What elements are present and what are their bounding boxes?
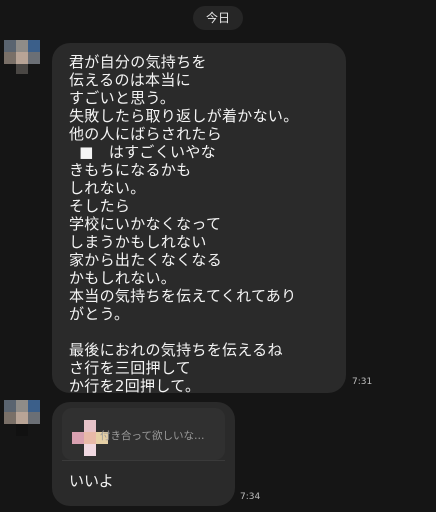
message-line: きもちになるかも bbox=[69, 161, 192, 179]
message-line: 伝えるのは本当に bbox=[69, 71, 191, 89]
message-line: 学校にいかなくなって bbox=[69, 215, 222, 233]
message-line: そしたら bbox=[69, 197, 131, 215]
message-line: がとう。 bbox=[69, 305, 130, 323]
reply-message-bubble[interactable]: 付き合って欲しいな… いいよ bbox=[52, 402, 235, 506]
avatar[interactable] bbox=[4, 400, 40, 436]
date-separator: 今日 bbox=[193, 6, 243, 30]
message-timestamp: 7:31 bbox=[352, 377, 373, 387]
message-line: しまうかもしれない bbox=[69, 233, 207, 251]
message-line: 他の人にばらされたら bbox=[69, 125, 223, 143]
message-line: 最後におれの気持ちを伝えるね bbox=[69, 341, 283, 359]
message-line: さ行を三回押して bbox=[69, 359, 191, 377]
avatar[interactable] bbox=[4, 40, 40, 74]
message-line: 失敗したら取り返しが着かない。 bbox=[69, 107, 299, 125]
message-line: 本当の気持ちを伝えてくれてあり bbox=[69, 287, 297, 305]
message-line: すごいと思う。 bbox=[69, 89, 176, 107]
message-line: かもしれない。 bbox=[69, 269, 177, 287]
message-line: か行を2回押して。 bbox=[69, 377, 201, 395]
message-line: 家から出たくなくなる bbox=[69, 251, 223, 269]
quoted-message[interactable]: 付き合って欲しいな… bbox=[62, 408, 225, 460]
message-line: しれない。 bbox=[69, 179, 146, 197]
message-text: いいよ bbox=[69, 472, 114, 490]
message-timestamp: 7:34 bbox=[240, 492, 261, 502]
message-bubble[interactable]: 君が自分の気持ちを 伝えるのは本当に すごいと思う。 失敗したら取り返しが着かな… bbox=[52, 43, 346, 395]
message-line: 君が自分の気持ちを bbox=[69, 53, 207, 71]
message-line: ■ はすごくいやな bbox=[69, 143, 216, 161]
quoted-message-text: 付き合って欲しいな… bbox=[100, 430, 205, 442]
divider bbox=[62, 460, 225, 461]
